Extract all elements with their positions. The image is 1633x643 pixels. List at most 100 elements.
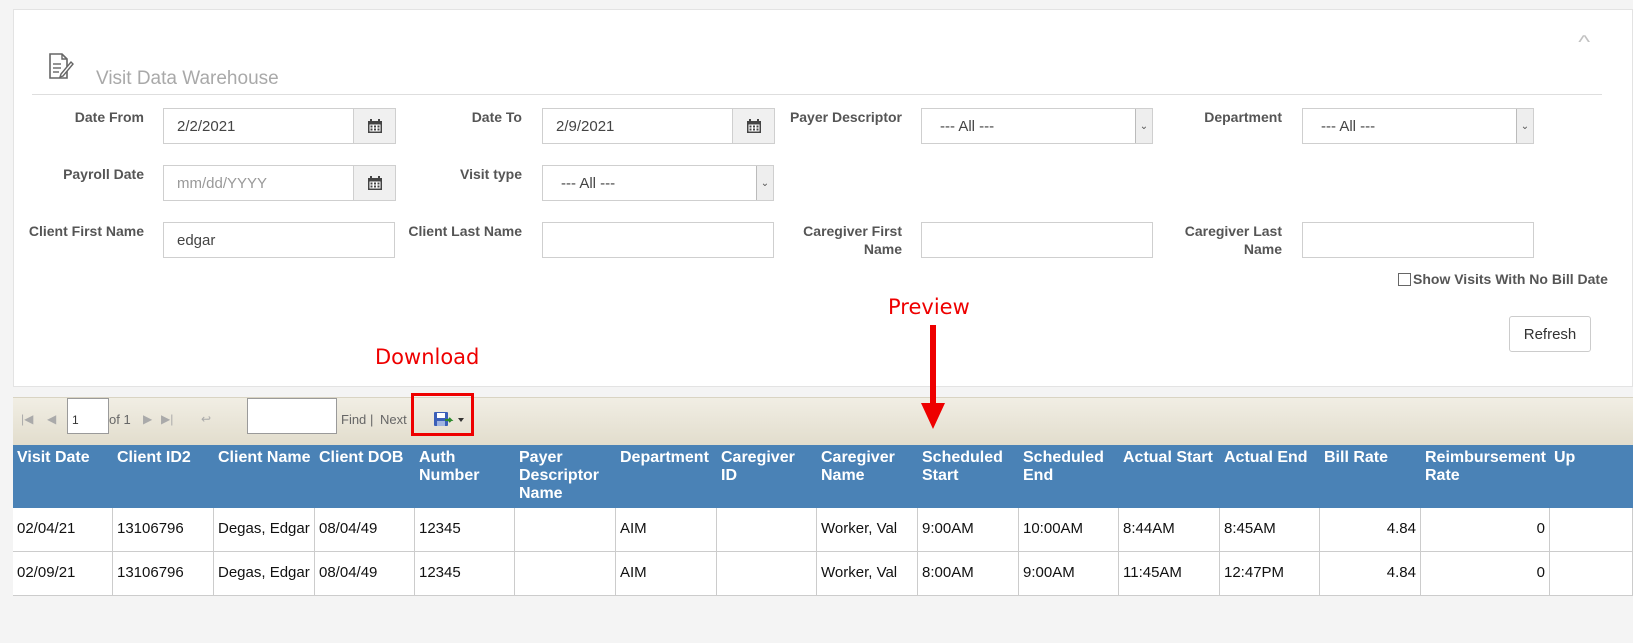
column-header-text: Number (419, 467, 480, 484)
column-header[interactable]: Scheduled End (1023, 449, 1104, 485)
date-from-label: Date From (74, 109, 144, 125)
column-header[interactable]: Caregiver ID (721, 449, 795, 485)
date-to-input[interactable]: 2/9/2021 (542, 108, 733, 144)
preview-arrow (921, 325, 945, 429)
table-cell: 11:45AM (1119, 552, 1220, 596)
column-header-text: Name (519, 485, 563, 502)
column-header[interactable]: Actual Start (1123, 449, 1213, 467)
column-header[interactable]: Up (1554, 449, 1575, 467)
page-title: Visit Data Warehouse (96, 68, 279, 89)
chevron-down-icon: ⌄ (1135, 109, 1152, 143)
chevron-up-icon[interactable]: ^ (1578, 32, 1590, 53)
department-select[interactable]: --- All --- ⌄ (1302, 108, 1534, 144)
caregiver-first-name-label-line1: Caregiver First (803, 223, 902, 239)
preview-annotation: Preview (888, 295, 970, 319)
payer-descriptor-label: Payer Descriptor (789, 109, 902, 125)
client-first-name-input[interactable]: edgar (163, 222, 395, 258)
column-header-text: ID (721, 467, 737, 484)
department-value: --- All --- (1321, 117, 1376, 135)
column-header[interactable]: Reimbursement Rate (1425, 449, 1546, 485)
column-header[interactable]: Actual End (1224, 449, 1308, 467)
table-cell: 13106796 (113, 552, 214, 596)
table-cell: AIM (616, 508, 717, 552)
toolbar-separator: | (370, 412, 374, 427)
column-header-text: Reimbursement (1425, 449, 1546, 466)
calendar-icon[interactable] (353, 108, 396, 144)
column-header-text: Caregiver (721, 449, 795, 466)
column-header-text: Caregiver (821, 449, 895, 466)
calendar-icon[interactable] (732, 108, 775, 144)
column-header-text: Client ID2 (117, 449, 191, 466)
back-icon[interactable]: ↩ (201, 412, 211, 426)
table-cell: Degas, Edgar (214, 508, 315, 552)
payroll-date-input[interactable]: mm/dd/YYYY (163, 165, 354, 201)
column-header-text: Descriptor (519, 467, 600, 484)
previous-page-icon[interactable]: ◀ (47, 412, 56, 426)
column-header[interactable]: Bill Rate (1324, 449, 1388, 467)
table-cell (1550, 508, 1633, 552)
column-header[interactable]: Payer Descriptor Name (519, 449, 599, 503)
calendar-icon[interactable] (353, 165, 396, 201)
column-header[interactable]: Client ID2 (117, 449, 191, 467)
caregiver-last-name-label-line1: Caregiver Last (1184, 223, 1282, 239)
payer-descriptor-select[interactable]: --- All --- ⌄ (921, 108, 1153, 144)
table-cell: Worker, Val (817, 552, 918, 596)
next-link[interactable]: Next (380, 412, 407, 427)
table-cell: 08/04/49 (315, 508, 415, 552)
find-link[interactable]: Find (341, 412, 366, 427)
column-header-text: Actual Start (1123, 449, 1213, 466)
filter-panel: Visit Data Warehouse ^ Date From 2/2/202… (13, 9, 1633, 387)
table-cell: 8:44AM (1119, 508, 1220, 552)
department-label: Department (1204, 109, 1282, 125)
table-cell: 8:00AM (918, 552, 1019, 596)
column-header-text: Payer (519, 449, 563, 466)
table-cell: 0 (1421, 552, 1550, 596)
visit-type-value: --- All --- (561, 174, 616, 192)
column-header[interactable]: Scheduled Start (922, 449, 1003, 485)
column-header-text: Actual End (1224, 449, 1308, 466)
column-header[interactable]: Department (620, 449, 709, 467)
show-no-bill-checkbox[interactable] (1398, 272, 1411, 286)
payer-descriptor-value: --- All --- (940, 117, 995, 135)
table-cell: 02/09/21 (13, 552, 113, 596)
caregiver-first-name-label: Caregiver First Name (782, 222, 902, 258)
client-last-name-input[interactable] (542, 222, 774, 258)
table-cell: 12345 (415, 508, 515, 552)
table-cell: 13106796 (113, 508, 214, 552)
column-header[interactable]: Client DOB (319, 449, 403, 467)
table-cell: 12345 (415, 552, 515, 596)
report-toolbar: |◀ ◀ 1 of 1 ▶ ▶| ↩ Find | Next (13, 397, 1633, 445)
find-input[interactable] (247, 398, 337, 434)
caregiver-last-name-input[interactable] (1302, 222, 1534, 258)
table-cell: Degas, Edgar (214, 552, 315, 596)
caregiver-first-name-input[interactable] (921, 222, 1153, 258)
caregiver-last-name-label-line2: Name (1243, 241, 1282, 257)
column-header[interactable]: Client Name (218, 449, 310, 467)
column-header-text: Up (1554, 449, 1576, 466)
column-header-text: Name (821, 467, 865, 484)
client-first-name-label: Client First Name (28, 223, 144, 239)
table-cell (515, 552, 616, 596)
show-no-bill-checkbox-row[interactable]: Show Visits With No Bill Date (1398, 271, 1608, 287)
table-cell: Worker, Val (817, 508, 918, 552)
table-cell: AIM (616, 552, 717, 596)
next-page-icon[interactable]: ▶ (143, 412, 152, 426)
table-cell: 4.84 (1320, 508, 1421, 552)
column-header[interactable]: Caregiver Name (821, 449, 895, 485)
column-header-text: Rate (1425, 467, 1460, 484)
column-header-text: Department (620, 449, 709, 466)
column-header-text: Visit Date (17, 449, 90, 466)
table-cell (717, 508, 817, 552)
table-cell: 9:00AM (1019, 552, 1119, 596)
column-header[interactable]: Visit Date (17, 449, 90, 467)
column-header[interactable]: Auth Number (419, 449, 479, 485)
visit-type-select[interactable]: --- All --- ⌄ (542, 165, 774, 201)
page-number-input[interactable]: 1 (67, 398, 109, 434)
date-from-input[interactable]: 2/2/2021 (163, 108, 354, 144)
chevron-down-icon: ⌄ (1516, 109, 1533, 143)
table-cell (1550, 552, 1633, 596)
last-page-icon[interactable]: ▶| (161, 412, 173, 426)
first-page-icon[interactable]: |◀ (21, 412, 33, 426)
refresh-button[interactable]: Refresh (1509, 316, 1591, 352)
column-header-text: Auth (419, 449, 456, 466)
